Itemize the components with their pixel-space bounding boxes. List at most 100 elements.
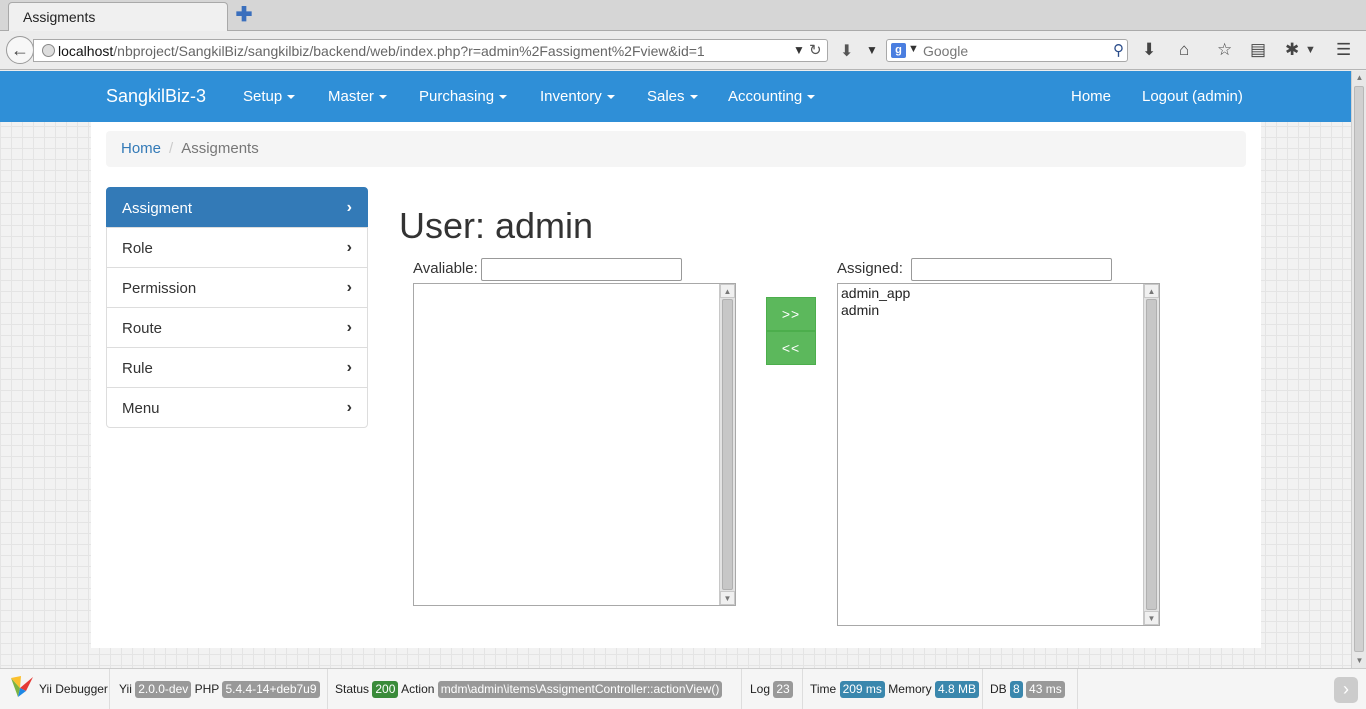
yii-logo-icon: [11, 676, 33, 697]
debug-profiling-block[interactable]: Time 209 ms Memory 4.8 MB: [803, 669, 983, 709]
list-item[interactable]: admin: [838, 302, 1159, 319]
scroll-up-icon[interactable]: ▲: [720, 284, 735, 298]
db-time-badge: 43 ms: [1026, 681, 1065, 698]
app-navbar: SangkilBiz-3 Setup Master Purchasing Inv…: [0, 71, 1351, 122]
browser-tab-bar: Assigments ✚: [0, 0, 1366, 32]
side-item-rule[interactable]: Rule ›: [106, 347, 368, 388]
revoke-button[interactable]: <<: [766, 331, 816, 365]
side-item-menu[interactable]: Menu ›: [106, 387, 368, 428]
addon-blocked-icon[interactable]: ⬇: [840, 41, 853, 61]
caret-down-icon: [606, 95, 615, 100]
new-tab-icon[interactable]: ✚: [234, 5, 254, 25]
browser-tab[interactable]: Assigments: [8, 2, 228, 32]
side-item-role[interactable]: Role ›: [106, 227, 368, 268]
assigned-scrollbar[interactable]: ▲ ▼: [1143, 284, 1159, 625]
page-content: SangkilBiz-3 Setup Master Purchasing Inv…: [0, 71, 1351, 668]
scroll-down-icon[interactable]: ▼: [1353, 654, 1366, 668]
available-scrollbar[interactable]: ▲ ▼: [719, 284, 735, 605]
toolbar-toggle-icon[interactable]: ›: [1334, 677, 1358, 703]
brand-link[interactable]: SangkilBiz-3: [106, 86, 206, 107]
bookmark-star-icon[interactable]: ☆: [1217, 40, 1232, 60]
side-item-assigment[interactable]: Assigment ›: [106, 187, 368, 228]
side-item-route[interactable]: Route ›: [106, 307, 368, 348]
firebug-dropdown-icon[interactable]: ▼: [1305, 44, 1316, 56]
nav-setup[interactable]: Setup: [243, 88, 296, 105]
action-badge: mdm\admin\items\AssigmentController::act…: [437, 681, 723, 698]
breadcrumb-current: Assigments: [181, 140, 259, 157]
breadcrumb-separator: /: [169, 140, 174, 157]
search-placeholder: Google: [923, 43, 969, 59]
php-version-badge: 5.4.4-14+deb7u9: [222, 681, 320, 698]
debug-request-block[interactable]: Status 200 Action mdm\admin\items\Assigm…: [328, 669, 742, 709]
search-engine-dropdown-icon[interactable]: ▼: [908, 43, 919, 55]
available-label: Avaliable:: [413, 260, 478, 277]
side-item-permission[interactable]: Permission ›: [106, 267, 368, 308]
debug-log-block[interactable]: Log 23: [742, 669, 803, 709]
browser-tab-title: Assigments: [23, 9, 96, 25]
home-icon[interactable]: ⌂: [1179, 40, 1189, 60]
nav-inventory[interactable]: Inventory: [540, 88, 615, 105]
caret-down-icon: [499, 95, 508, 100]
download-icon[interactable]: ⬇: [1142, 40, 1156, 60]
google-icon[interactable]: g: [891, 43, 906, 58]
status-label: Status: [335, 682, 370, 696]
url-host: localhost: [58, 43, 114, 59]
nav-master[interactable]: Master: [328, 88, 387, 105]
scroll-thumb[interactable]: [722, 299, 733, 590]
debug-db-block[interactable]: DB 8 43 ms: [983, 669, 1078, 709]
debug-label: Yii Debugger: [39, 682, 108, 697]
globe-icon: [42, 44, 55, 57]
list-item[interactable]: admin_app: [838, 285, 1159, 302]
debug-logo-block[interactable]: Yii Debugger: [0, 669, 110, 709]
scroll-down-icon[interactable]: ▼: [1144, 611, 1159, 625]
memory-badge: 4.8 MB: [934, 681, 979, 698]
php-label: PHP: [194, 682, 220, 696]
url-dropdown-icon[interactable]: ▼: [793, 43, 805, 57]
available-search-input[interactable]: [481, 258, 682, 281]
db-count-badge: 8: [1010, 681, 1023, 698]
reload-icon[interactable]: ↻: [809, 41, 822, 59]
browser-toolbar: ← localhost/nbproject/SangkilBiz/sangkil…: [0, 31, 1366, 70]
assigned-listbox[interactable]: admin_app admin ▲ ▼: [837, 283, 1160, 626]
status-badge: 200: [372, 681, 399, 698]
assigned-label: Assigned:: [837, 260, 903, 277]
main-container: Home / Assigments Assigment › Role › Permiss…: [91, 122, 1261, 648]
scroll-up-icon[interactable]: ▲: [1144, 284, 1159, 298]
log-badge: 23: [773, 681, 793, 698]
url-path: /nbproject/SangkilBiz/sangkilbiz/backend…: [113, 43, 705, 59]
assign-button[interactable]: >>: [766, 297, 816, 331]
side-menu: Assigment › Role › Permission › Route › Rule…: [106, 187, 368, 428]
action-label: Action: [401, 682, 435, 696]
address-bar[interactable]: localhost/nbproject/SangkilBiz/sangkilbi…: [33, 39, 828, 62]
menu-icon[interactable]: ☰: [1336, 40, 1351, 60]
available-listbox[interactable]: ▲ ▼: [413, 283, 736, 606]
debug-version-block[interactable]: Yii 2.0.0-dev PHP 5.4.4-14+deb7u9: [110, 669, 328, 709]
db-label: DB: [990, 682, 1007, 696]
breadcrumb: Home / Assigments: [106, 131, 1246, 167]
chevron-right-icon: ›: [346, 399, 352, 416]
yii-debug-toolbar: Yii Debugger Yii 2.0.0-dev PHP 5.4.4-14+…: [0, 668, 1366, 709]
search-bar[interactable]: g ▼ Google ⚲: [886, 39, 1128, 62]
addon-dropdown-icon[interactable]: ▼: [866, 43, 878, 57]
chevron-right-icon: ›: [346, 279, 352, 296]
caret-down-icon: [287, 95, 296, 100]
firebug-icon[interactable]: ✱: [1285, 40, 1299, 60]
search-icon[interactable]: ⚲: [1113, 41, 1124, 59]
time-label: Time: [810, 682, 837, 696]
nav-logout[interactable]: Logout (admin): [1142, 88, 1243, 105]
breadcrumb-home[interactable]: Home: [121, 140, 161, 157]
page-scrollbar[interactable]: ▲ ▼: [1351, 71, 1366, 668]
back-arrow-icon[interactable]: ←: [6, 36, 34, 64]
chevron-right-icon: ›: [346, 319, 352, 336]
chevron-right-icon: ›: [346, 199, 352, 216]
scroll-thumb[interactable]: [1354, 86, 1364, 652]
scroll-down-icon[interactable]: ▼: [720, 591, 735, 605]
scroll-thumb[interactable]: [1146, 299, 1157, 610]
nav-accounting[interactable]: Accounting: [728, 88, 816, 105]
bookmarks-list-icon[interactable]: ▤: [1250, 40, 1266, 60]
nav-home[interactable]: Home: [1071, 88, 1111, 105]
assigned-search-input[interactable]: [911, 258, 1112, 281]
nav-sales[interactable]: Sales: [647, 88, 698, 105]
scroll-up-icon[interactable]: ▲: [1353, 71, 1366, 85]
nav-purchasing[interactable]: Purchasing: [419, 88, 508, 105]
